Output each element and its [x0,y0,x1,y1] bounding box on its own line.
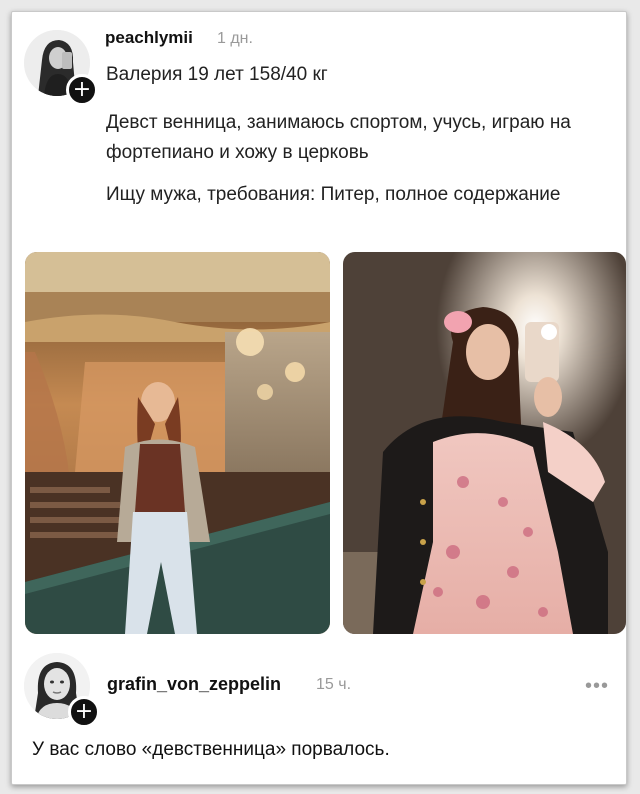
post-text-paragraph: Ищу мужа, требования: Питер, полное соде… [106,184,561,205]
feed-card: + peachlymii 1 дн. Валерия 19 лет 158/40… [11,11,627,785]
more-options-icon[interactable]: ••• [585,675,609,698]
post-text-paragraph: Девст венница, занимаюсь спортом, учусь,… [106,112,571,163]
post-photo-theatre[interactable] [25,252,330,634]
reply-timestamp: 15 ч. [316,676,352,693]
post-text-line: Валерия 19 лет 158/40 кг [106,64,328,85]
follow-plus-icon[interactable]: + [68,696,100,728]
post-photo-selfie[interactable] [343,252,626,634]
reply-text: У вас слово «девственница» порвалось. [32,739,390,760]
post-timestamp: 1 дн. [217,30,253,47]
post-username[interactable]: peachlymii [105,28,193,48]
follow-plus-icon[interactable]: + [66,74,98,106]
reply-username[interactable]: grafin_von_zeppelin [107,674,281,695]
